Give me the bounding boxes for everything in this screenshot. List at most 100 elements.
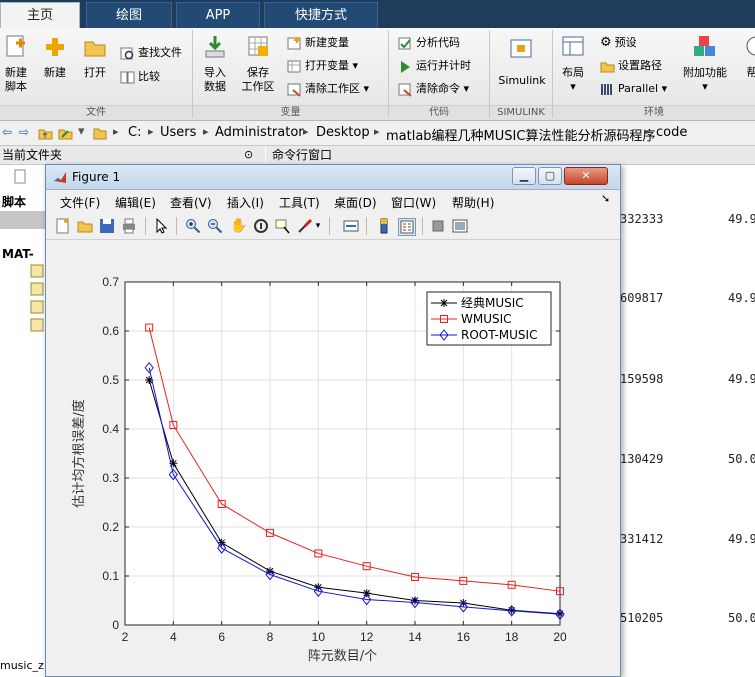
- run-and-time-icon: [401, 60, 410, 73]
- y-tick-label: 0: [112, 618, 119, 632]
- folder-section-scripts[interactable]: 脚本: [2, 193, 26, 210]
- open-file-icon[interactable]: [77, 218, 93, 234]
- menu-view[interactable]: 查看(V): [170, 194, 212, 211]
- menu-help[interactable]: 帮助(H): [452, 194, 494, 211]
- help-button[interactable]: 帮: [742, 34, 755, 80]
- minimize-button[interactable]: ▁: [512, 167, 536, 185]
- chevron-down-icon[interactable]: ▾: [558, 80, 588, 94]
- back-arrow-icon[interactable]: ⇦: [2, 125, 12, 139]
- clear-workspace-button[interactable]: 清除工作区 ▾: [287, 80, 369, 98]
- menu-insert[interactable]: 插入(I): [227, 194, 264, 211]
- new-variable-button[interactable]: 新建变量: [287, 34, 349, 52]
- list-item-selected[interactable]: [0, 211, 46, 229]
- plot-area[interactable]: 2 4 6 8 10 12 14 16 18 20 0 0.1 0.2 0.3 0.4 0.5 0.6 0.7 阵元…: [46, 240, 620, 676]
- menu-tools[interactable]: 工具(T): [279, 194, 320, 211]
- file-icon: [14, 169, 26, 184]
- tab-bar: 主页 绘图 APP 快捷方式: [0, 0, 755, 28]
- tab-plots[interactable]: 绘图: [86, 2, 172, 28]
- new-variable-icon: [287, 36, 301, 49]
- pan-hand-icon[interactable]: ✋: [230, 218, 247, 234]
- y-axis-label: 估计均方根误差/度: [71, 399, 87, 507]
- breadcrumb-item[interactable]: code: [656, 125, 687, 140]
- hide-plot-tools-icon[interactable]: [430, 218, 446, 234]
- layout-button[interactable]: 布局 ▾: [558, 34, 588, 94]
- chevron-down-icon[interactable]: ▾: [349, 59, 358, 72]
- parallel-button[interactable]: Parallel ▾: [600, 80, 667, 98]
- chevron-down-icon[interactable]: ▾: [658, 82, 668, 95]
- addons-button[interactable]: 附加功能 ▾: [680, 34, 730, 94]
- brush-icon[interactable]: [297, 218, 313, 234]
- simulink-button[interactable]: Simulink: [494, 36, 550, 88]
- breadcrumb-item[interactable]: C:: [128, 125, 141, 140]
- chevron-down-icon[interactable]: ⊙: [244, 146, 253, 164]
- new-button[interactable]: 新建: [38, 34, 72, 80]
- compare-button[interactable]: 比较: [120, 68, 160, 86]
- new-figure-icon[interactable]: [55, 218, 71, 234]
- group-label-environment: 环境: [553, 105, 755, 120]
- breadcrumb-separator: ▸: [113, 125, 119, 138]
- layout-icon: [562, 36, 584, 56]
- browse-folder-icon[interactable]: [58, 126, 73, 140]
- current-folder-pane: 脚本 MAT- music_z: [0, 165, 47, 675]
- cmd-value: 331412: [620, 532, 664, 546]
- tab-shortcuts[interactable]: 快捷方式: [264, 2, 378, 28]
- compare-icon: [120, 71, 135, 83]
- open-variable-button[interactable]: 打开变量 ▾: [287, 57, 358, 75]
- analyze-code-label: 分析代码: [416, 36, 460, 49]
- group-label-variable: 变量: [193, 105, 388, 120]
- chevron-down-icon[interactable]: ▾: [78, 124, 85, 139]
- dock-arrow-icon[interactable]: ➘: [601, 192, 610, 205]
- legend-icon[interactable]: [398, 218, 416, 236]
- cmd-value: 49.9: [728, 291, 755, 305]
- menu-file[interactable]: 文件(F): [60, 194, 100, 211]
- print-icon[interactable]: [121, 218, 137, 234]
- close-button[interactable]: ✕: [564, 167, 608, 185]
- data-cursor-icon[interactable]: [275, 218, 291, 234]
- colorbar-icon[interactable]: [376, 218, 392, 234]
- chevron-down-icon[interactable]: ▾: [360, 82, 369, 95]
- open-button[interactable]: 打开: [80, 34, 110, 80]
- save-icon[interactable]: [99, 218, 115, 234]
- save-workspace-button[interactable]: 保存 工作区: [238, 34, 278, 94]
- breadcrumb-item[interactable]: Administrator: [215, 125, 304, 140]
- menu-window[interactable]: 窗口(W): [391, 194, 436, 211]
- pointer-icon[interactable]: [154, 218, 170, 234]
- menu-edit[interactable]: 编辑(E): [115, 194, 156, 211]
- import-data-button[interactable]: 导入 数据: [200, 34, 230, 94]
- command-window[interactable]: 332333 49.9 609817 49.9 159598 49.9 1304…: [620, 165, 755, 675]
- run-and-time-button[interactable]: 运行并计时: [398, 57, 471, 75]
- breadcrumb-separator: ▸: [644, 125, 650, 138]
- tab-home[interactable]: 主页: [0, 2, 80, 28]
- analyze-code-button[interactable]: 分析代码: [398, 34, 460, 52]
- import-label-2: 数据: [204, 80, 226, 93]
- figure-title-bar[interactable]: Figure 1 ▁ ▢ ✕: [46, 165, 620, 190]
- zoom-out-icon[interactable]: [207, 218, 223, 234]
- chevron-down-icon[interactable]: ▾: [314, 218, 322, 234]
- menu-desktop[interactable]: 桌面(D): [334, 194, 377, 211]
- tab-apps[interactable]: APP: [176, 2, 260, 28]
- maximize-button[interactable]: ▢: [538, 167, 562, 185]
- x-tick-label: 6: [218, 630, 225, 644]
- chevron-down-icon[interactable]: ▾: [460, 82, 469, 95]
- find-files-button[interactable]: 查找文件: [120, 44, 182, 62]
- forward-arrow-icon[interactable]: ⇨: [19, 125, 29, 139]
- breadcrumb-item[interactable]: matlab编程几种MUSIC算法性能分析源码程序: [386, 125, 655, 144]
- new-script-button[interactable]: 新建 脚本: [2, 34, 30, 94]
- save-label-1: 保存: [247, 66, 269, 79]
- zoom-in-icon[interactable]: [185, 218, 201, 234]
- clear-commands-button[interactable]: 清除命令 ▾: [398, 80, 469, 98]
- show-plot-tools-icon[interactable]: [452, 218, 468, 234]
- folder-section-mat[interactable]: MAT-: [2, 247, 34, 261]
- figure-window[interactable]: Figure 1 ▁ ▢ ✕ 文件(F) 编辑(E) 查看(V) 插入(I) 工…: [45, 164, 621, 677]
- link-plot-icon[interactable]: [343, 218, 359, 234]
- new-script-label-2: 脚本: [5, 80, 27, 93]
- up-folder-icon[interactable]: [38, 126, 53, 140]
- set-path-button[interactable]: 设置路径: [600, 57, 662, 75]
- breadcrumb-item[interactable]: Users: [160, 125, 196, 140]
- rotate-3d-icon[interactable]: [253, 218, 269, 234]
- preferences-button[interactable]: ⚙ 预设: [600, 34, 637, 52]
- breadcrumb-item[interactable]: Desktop: [316, 125, 370, 140]
- clear-workspace-label: 清除工作区: [305, 82, 360, 95]
- chevron-down-icon[interactable]: ▾: [680, 80, 730, 94]
- x-tick-label: 14: [408, 630, 422, 644]
